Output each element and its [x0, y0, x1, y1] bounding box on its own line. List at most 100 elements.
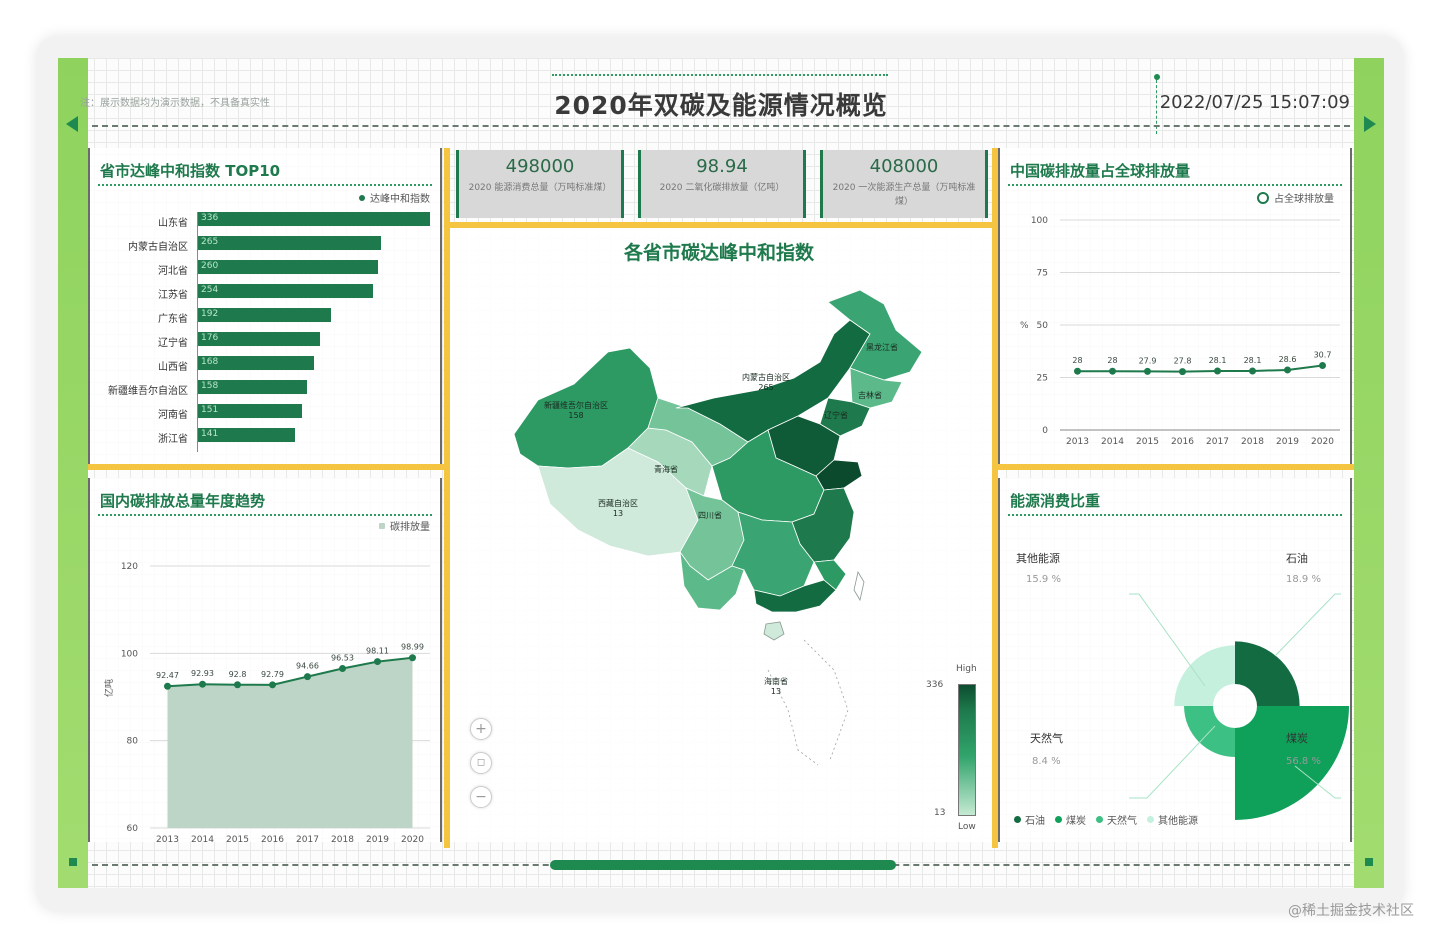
bar-row: 新疆维吾尔自治区 158 [90, 380, 440, 397]
data-point[interactable] [339, 664, 346, 672]
legend-item-other[interactable]: 其他能源 [1147, 812, 1198, 827]
legend-swatch [1257, 191, 1269, 204]
map-label: 黑龙江省 [866, 343, 898, 352]
bar[interactable]: 176 [198, 332, 320, 346]
divider [998, 464, 1354, 470]
x-tick-label: 2018 [331, 835, 354, 842]
x-tick-label: 2014 [191, 835, 214, 842]
right-side-bar [1354, 58, 1384, 888]
top10-panel: 省市达峰中和指数 TOP10 达峰中和指数 山东省 336 内蒙古自治区 265 河北省… [88, 148, 442, 464]
watermark: @稀土掘金技术社区 [1288, 903, 1414, 919]
top10-legend[interactable]: 达峰中和指数 [359, 190, 430, 205]
legend-label: 煤炭 [1066, 816, 1086, 827]
global-share-legend[interactable]: 占全球排放量 [1257, 190, 1334, 205]
legend-item-gas[interactable]: 天然气 [1096, 812, 1137, 827]
zoom-in-button[interactable]: + [470, 718, 492, 740]
bar[interactable]: 151 [198, 404, 303, 418]
global-share-panel: 中国碳排放量占全球排放量 占全球排放量 100 75 50 25 0% 2013 2014 2… [998, 148, 1352, 464]
map-region-taiwan[interactable] [853, 570, 865, 602]
bar[interactable]: 158 [198, 380, 308, 394]
legend-label: 达峰中和指数 [370, 194, 430, 205]
pie-label-line [1274, 593, 1341, 657]
y-tick-label: 50 [1037, 321, 1049, 331]
y-axis-unit: 亿吨 [103, 679, 115, 697]
data-label: 92.8 [229, 670, 247, 679]
energy-legend: 石油 煤炭 天然气 其他能源 [1014, 812, 1198, 827]
bar[interactable]: 141 [198, 428, 296, 442]
x-tick-label: 2013 [1066, 437, 1089, 447]
kpi-label: 2020 能源消费总量（万吨标准煤） [468, 183, 612, 193]
legend-item-coal[interactable]: 煤炭 [1055, 812, 1086, 827]
bar-value-label: 176 [201, 333, 219, 343]
bar-row: 浙江省 141 [90, 428, 440, 445]
page: 注：展示数据均为演示数据，不具备真实性 2020年双碳及能源情况概览 2022/… [0, 0, 1440, 948]
data-label: 28.1 [1244, 356, 1262, 365]
kpi-card-co2[interactable]: 98.94 2020 二氧化碳排放量（亿吨） [638, 150, 806, 218]
legend-swatch [1147, 816, 1154, 823]
x-tick-label: 2017 [1206, 437, 1229, 447]
pie-label-coal: 煤炭 [1286, 732, 1308, 745]
bar-row: 广东省 192 [90, 308, 440, 325]
data-point[interactable] [1109, 367, 1116, 375]
china-map[interactable] [498, 290, 958, 770]
header-divider [92, 125, 1350, 127]
data-point[interactable] [409, 654, 416, 662]
x-tick-label: 2013 [156, 835, 179, 842]
bar-value-label: 336 [201, 213, 219, 223]
data-point[interactable] [1249, 367, 1256, 375]
footer-scroll-bar[interactable] [550, 860, 896, 870]
bar[interactable]: 260 [198, 260, 378, 274]
data-point[interactable] [1284, 366, 1291, 374]
bar-row: 山西省 168 [90, 356, 440, 373]
map-label: 吉林省 [858, 391, 882, 400]
bar-row: 河南省 151 [90, 404, 440, 421]
pie-slice[interactable] [1174, 645, 1235, 706]
data-label: 98.99 [401, 643, 424, 652]
data-point[interactable] [1319, 362, 1326, 370]
data-point[interactable] [199, 680, 206, 688]
reset-view-button[interactable]: ◻ [470, 752, 492, 774]
map-label: 辽宁省 [824, 411, 848, 420]
bar[interactable]: 254 [198, 284, 374, 298]
bar-row: 内蒙古自治区 265 [90, 236, 440, 253]
bar[interactable]: 336 [198, 212, 430, 226]
kpi-label: 2020 一次能源生产总量（万吨标准煤） [832, 183, 976, 207]
zoom-out-button[interactable]: − [470, 786, 492, 808]
right-square-icon [1365, 858, 1373, 866]
bar-category-label: 内蒙古自治区 [128, 242, 188, 253]
bar[interactable]: 168 [198, 356, 314, 370]
data-point[interactable] [1214, 367, 1221, 375]
kpi-card-energy-consumption[interactable]: 498000 2020 能源消费总量（万吨标准煤） [456, 150, 624, 218]
data-point[interactable] [304, 673, 311, 681]
data-point[interactable] [269, 681, 276, 689]
data-point[interactable] [1144, 367, 1151, 375]
data-point[interactable] [234, 681, 241, 689]
visual-map-bar[interactable] [958, 684, 976, 816]
pie-pct-oil: 18.9 % [1286, 574, 1321, 585]
bar-value-label: 265 [201, 237, 219, 247]
data-label: 28.1 [1209, 356, 1227, 365]
bar-value-label: 141 [201, 429, 219, 439]
global-share-title: 中国碳排放量占全球排放量 [1010, 162, 1191, 180]
pie-pct-gas: 8.4 % [1032, 756, 1061, 767]
legend-item-oil[interactable]: 石油 [1014, 812, 1045, 827]
pie-slice[interactable] [1235, 641, 1300, 706]
bar-value-label: 168 [201, 357, 219, 367]
y-tick-label: 120 [121, 562, 138, 572]
data-point[interactable] [164, 682, 171, 690]
map-label: 内蒙古自治区 265 [742, 373, 790, 392]
kpi-card-energy-production[interactable]: 408000 2020 一次能源生产总量（万吨标准煤） [820, 150, 988, 218]
legend-swatch [1014, 816, 1021, 823]
bar[interactable]: 192 [198, 308, 331, 322]
map-region-hainan[interactable] [763, 621, 785, 641]
y-tick-label: 100 [1031, 216, 1048, 226]
bar[interactable]: 265 [198, 236, 381, 250]
data-point[interactable] [374, 658, 381, 666]
data-point[interactable] [1074, 367, 1081, 375]
x-tick-label: 2020 [401, 835, 424, 842]
visual-map-max: 336 [926, 680, 944, 690]
title-decoration [552, 74, 888, 76]
divider [88, 464, 444, 470]
kpi-value: 498000 [505, 156, 575, 177]
data-point[interactable] [1179, 368, 1186, 376]
